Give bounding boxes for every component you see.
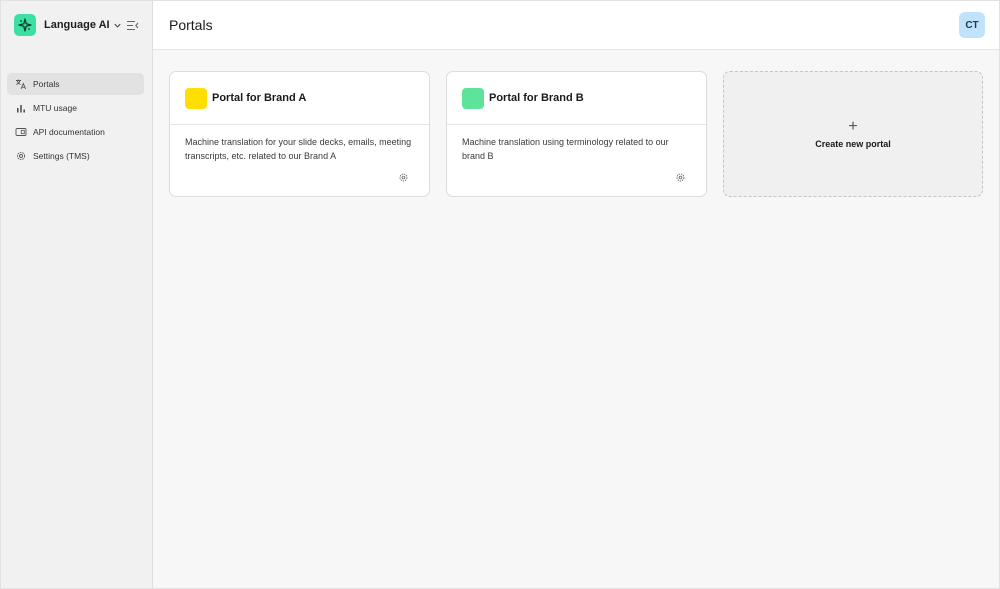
portal-title: Portal for Brand B: [489, 92, 584, 104]
translate-icon: [15, 78, 27, 90]
sidebar-nav: Portals MTU usage API documentation Sett…: [1, 73, 152, 167]
collapse-sidebar-icon: [126, 20, 138, 30]
create-portal-label: Create new portal: [815, 139, 891, 149]
portal-card-header: Portal for Brand A: [170, 72, 429, 125]
chevron-down-icon: [114, 23, 121, 28]
sidebar: Language AI Portals MTU usage API docume…: [1, 1, 153, 588]
api-doc-icon: [15, 126, 27, 138]
portal-settings-button[interactable]: [397, 171, 409, 183]
portal-card-body: Machine translation using terminology re…: [447, 125, 706, 196]
create-new-portal-button[interactable]: + Create new portal: [723, 71, 983, 197]
portal-color-swatch: [462, 87, 484, 109]
brand-row: Language AI: [1, 1, 152, 49]
portal-card-brand-b[interactable]: Portal for Brand B Machine translation u…: [446, 71, 707, 197]
sidebar-item-portals[interactable]: Portals: [7, 73, 144, 95]
workspace-switcher[interactable]: Language AI: [44, 19, 122, 31]
app-name: Language AI: [44, 19, 110, 31]
top-bar: Portals CT: [153, 1, 999, 50]
sidebar-item-settings-tms[interactable]: Settings (TMS): [7, 145, 144, 167]
bar-chart-icon: [15, 102, 27, 114]
sparkle-logo-icon: [18, 18, 32, 32]
brand-logo[interactable]: [14, 14, 36, 36]
user-avatar[interactable]: CT: [959, 12, 985, 38]
main-area: Portals CT Portal for Brand A Machine tr…: [153, 1, 999, 588]
plus-icon: +: [848, 118, 858, 135]
sidebar-item-label: MTU usage: [33, 103, 77, 113]
sidebar-item-label: Settings (TMS): [33, 151, 90, 161]
collapse-sidebar-button[interactable]: [124, 17, 140, 33]
portal-card-brand-a[interactable]: Portal for Brand A Machine translation f…: [169, 71, 430, 197]
sidebar-item-label: API documentation: [33, 127, 105, 137]
portal-description: Machine translation using terminology re…: [462, 137, 669, 161]
portal-grid: Portal for Brand A Machine translation f…: [153, 50, 999, 197]
portal-description: Machine translation for your slide decks…: [185, 137, 412, 161]
portal-title: Portal for Brand A: [212, 92, 307, 104]
portal-color-swatch: [185, 87, 207, 109]
gear-icon: [399, 173, 407, 181]
sidebar-item-api-documentation[interactable]: API documentation: [7, 121, 144, 143]
gear-icon: [15, 150, 27, 162]
portal-card-header: Portal for Brand B: [447, 72, 706, 125]
sidebar-item-label: Portals: [33, 79, 60, 89]
gear-icon: [676, 173, 684, 181]
app-window: Language AI Portals MTU usage API docume…: [0, 0, 1000, 589]
portal-card-body: Machine translation for your slide decks…: [170, 125, 429, 196]
sidebar-item-mtu-usage[interactable]: MTU usage: [7, 97, 144, 119]
portal-settings-button[interactable]: [674, 171, 686, 183]
page-title: Portals: [169, 17, 213, 33]
